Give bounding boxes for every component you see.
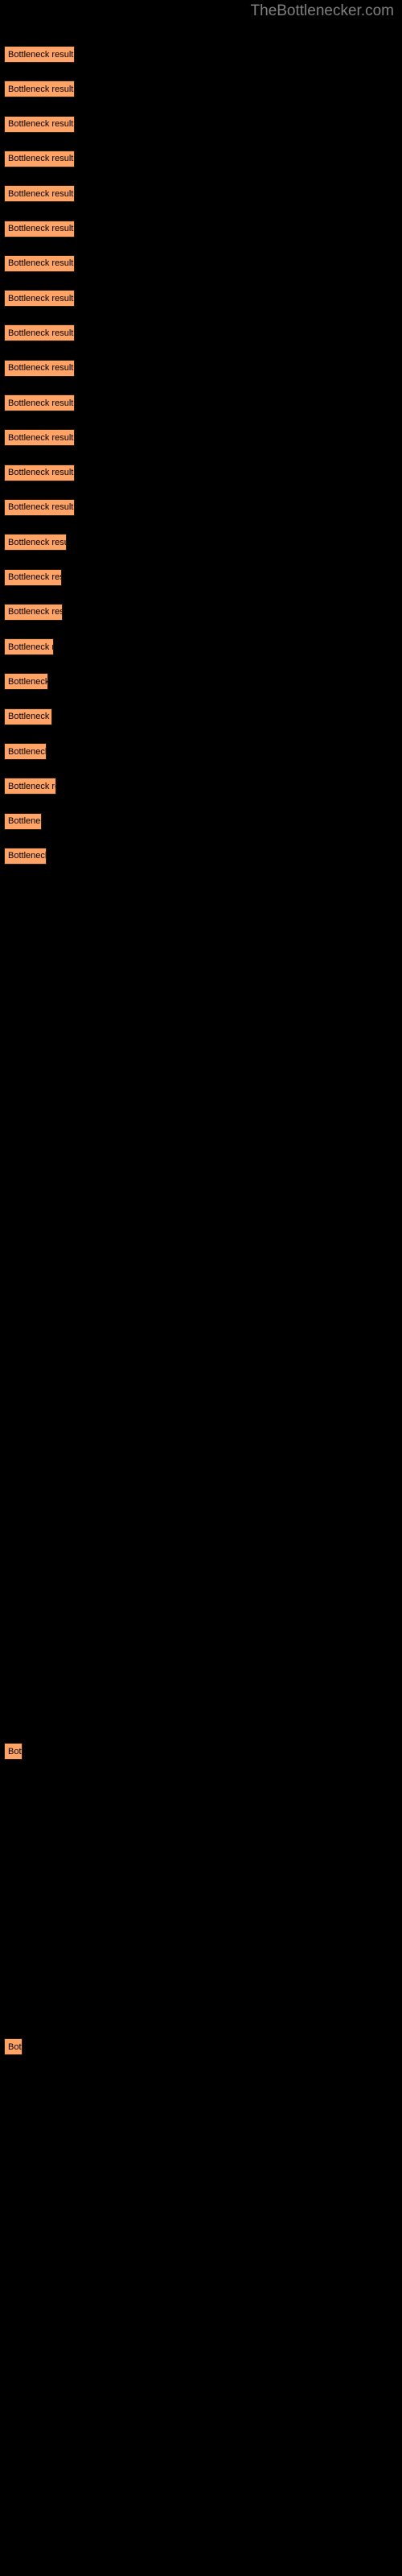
bar[interactable]: Bottleneck result <box>4 778 56 795</box>
bar-label: Bottleneck result <box>8 468 74 478</box>
bar[interactable]: Bottleneck result <box>4 812 42 830</box>
bar-row: Bottleneck result <box>0 1743 402 1761</box>
bar-label: Bottleneck result <box>8 224 74 233</box>
bar[interactable]: Bottleneck result <box>4 534 67 551</box>
bar[interactable]: Bottleneck result <box>4 2038 23 2055</box>
bar-row: Bottleneck result <box>0 324 402 342</box>
bar[interactable]: Bottleneck result <box>4 429 75 447</box>
bar-label: Bottleneck result <box>8 537 66 547</box>
bar-label: Bottleneck result <box>8 363 74 374</box>
bar[interactable]: Bottleneck result <box>4 638 54 656</box>
bar-label: Bottleneck result <box>8 84 74 94</box>
bar[interactable]: Bottleneck result <box>4 185 75 203</box>
bar-row: Bottleneck result <box>0 115 402 134</box>
bar-row: Bottleneck result <box>0 673 402 691</box>
bar-row: Bottleneck result <box>0 185 402 203</box>
bar-label: Bottleneck result <box>8 607 62 617</box>
bar-row: Bottleneck result <box>0 394 402 412</box>
bar[interactable]: Bottleneck result <box>4 498 75 516</box>
bar[interactable]: Bottleneck result <box>4 568 62 586</box>
bar-row: Bottleneck result <box>0 812 402 831</box>
bar-row: Bottleneck result <box>0 359 402 378</box>
bar-row: Bottleneck result <box>0 638 402 656</box>
bar[interactable]: Bottleneck result <box>4 673 48 691</box>
bar-row: Bottleneck result <box>0 80 402 98</box>
bar-label: Bottleneck result <box>8 293 74 303</box>
bar[interactable]: Bottleneck result <box>4 290 75 308</box>
bar[interactable]: Bottleneck result <box>4 254 75 272</box>
bar-label: Bottleneck result <box>8 49 74 60</box>
bar-row: Bottleneck result <box>0 847 402 865</box>
bar-label: Bottleneck result <box>8 119 74 130</box>
bar[interactable]: Bottleneck result <box>4 464 75 481</box>
bar-label: Bottleneck result <box>8 188 74 199</box>
bar-label: Bottleneck result <box>8 1746 22 1757</box>
bar-row: Bottleneck result <box>0 603 402 621</box>
bar-row: Bottleneck result <box>0 220 402 238</box>
bar[interactable]: Bottleneck result <box>4 603 63 621</box>
bar[interactable]: Bottleneck result <box>4 743 47 760</box>
bar-row: Bottleneck result <box>0 498 402 517</box>
bar-row: Bottleneck result <box>0 778 402 795</box>
bar-label: Bottleneck result <box>8 572 61 582</box>
bar-row: Bottleneck result <box>0 46 402 64</box>
bar[interactable]: Bottleneck result <box>4 708 52 725</box>
bar-row: Bottleneck result <box>0 254 402 273</box>
bar[interactable]: Bottleneck result <box>4 115 75 133</box>
bar-row: Bottleneck result <box>0 708 402 726</box>
bar-label: Bottleneck result <box>8 642 53 652</box>
bar-row: Bottleneck result <box>0 429 402 447</box>
bar-label: Bottleneck result <box>8 676 48 687</box>
bar[interactable]: Bottleneck result <box>4 394 75 411</box>
bar-label: Bottleneck result <box>8 816 41 827</box>
bar-row: Bottleneck result <box>0 2038 402 2056</box>
bar[interactable]: Bottleneck result <box>4 220 75 237</box>
bar[interactable]: Bottleneck result <box>4 150 75 167</box>
bar[interactable]: Bottleneck result <box>4 1743 23 1760</box>
bar-label: Bottleneck result <box>8 746 47 757</box>
bar-label: Bottleneck result <box>8 851 47 861</box>
bar-row: Bottleneck result <box>0 150 402 168</box>
bar-label: Bottleneck result <box>8 781 55 791</box>
chart-page: TheBottlenecker.com Bottleneck result Bot… <box>0 0 402 2576</box>
bar-label: Bottleneck result <box>8 154 74 164</box>
bar-label: Bottleneck result <box>8 432 74 443</box>
bar-label: Bottleneck result <box>8 258 74 269</box>
bar-row: Bottleneck result <box>0 464 402 482</box>
bar[interactable]: Bottleneck result <box>4 359 75 377</box>
bar-label: Bottleneck result <box>8 502 74 513</box>
bar-chart-plot-area: Bottleneck result Bottleneck result Bottle… <box>0 0 402 2576</box>
bar-label: Bottleneck result <box>8 398 74 408</box>
bar[interactable]: Bottleneck result <box>4 847 47 865</box>
bar-row: Bottleneck result <box>0 568 402 587</box>
bar[interactable]: Bottleneck result <box>4 324 75 342</box>
bar-row: Bottleneck result <box>0 290 402 308</box>
bar-label: Bottleneck result <box>8 712 51 722</box>
bar[interactable]: Bottleneck result <box>4 46 75 63</box>
bar[interactable]: Bottleneck result <box>4 80 75 98</box>
bar-row: Bottleneck result <box>0 743 402 761</box>
bar-label: Bottleneck result <box>8 328 74 338</box>
bar-label: Bottleneck result <box>8 2041 22 2052</box>
bar-row: Bottleneck result <box>0 534 402 551</box>
